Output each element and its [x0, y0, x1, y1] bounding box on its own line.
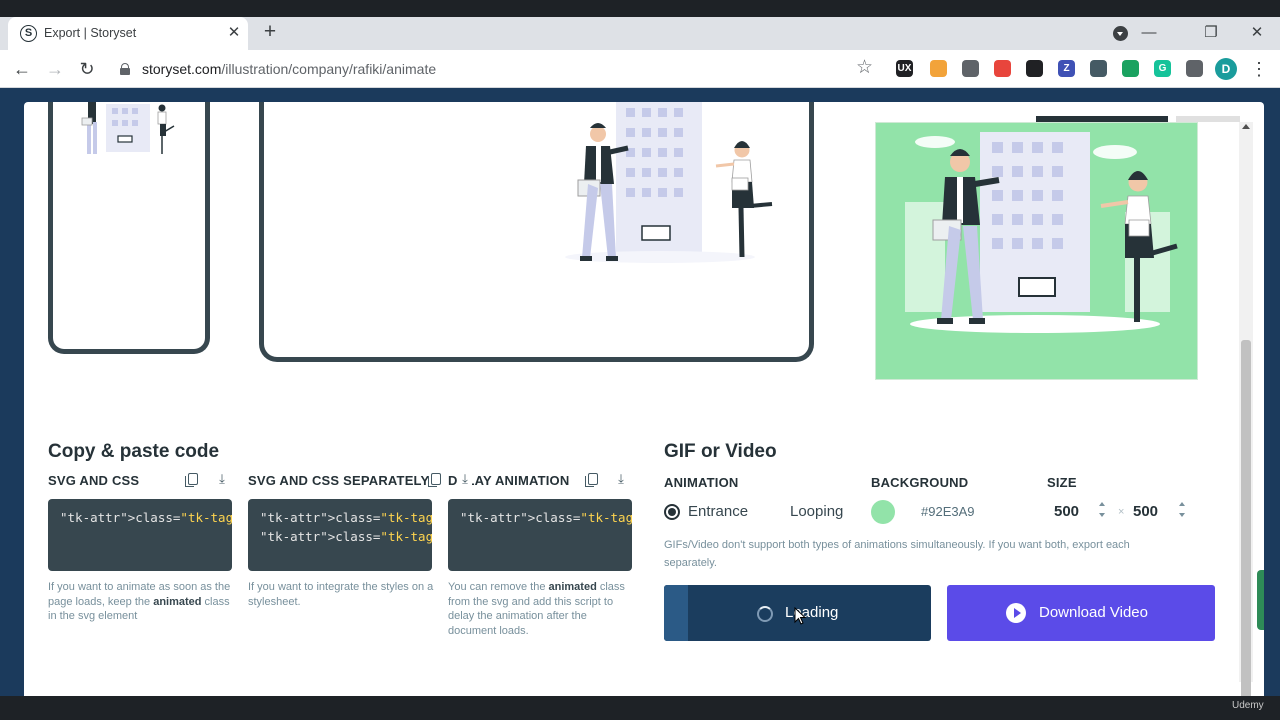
- window-close-button[interactable]: ✕: [1242, 20, 1272, 46]
- side-tab[interactable]: [1257, 570, 1264, 630]
- grammar-extension-icon[interactable]: [1122, 60, 1139, 77]
- capture-extension-icon[interactable]: [994, 60, 1011, 77]
- svg-css-code-box[interactable]: "tk-attr">class="tk-tag"><svg "tk-attr">…: [48, 499, 232, 571]
- gif-preview-illustration: [905, 132, 1178, 333]
- tab-close-icon[interactable]: ✕: [226, 23, 242, 43]
- tab-bar: S Export | Storyset ✕ + — ❐ ✕: [0, 17, 1280, 50]
- minimize-button[interactable]: —: [1134, 20, 1164, 46]
- gif-video-warning: GIFs/Video don't support both types of a…: [664, 539, 1130, 569]
- svg-css-label: SVG AND CSS: [48, 473, 140, 488]
- puzzle-icon[interactable]: [1186, 60, 1203, 77]
- loading-gif-button[interactable]: Loading: [664, 585, 931, 641]
- height-input[interactable]: 500: [1133, 503, 1158, 520]
- note-text: You can remove the: [448, 581, 549, 593]
- svg-css-separately-note: If you want to integrate the styles on a…: [248, 580, 434, 609]
- svg-css-separately-label: SVG AND CSS SEPARATELY: [248, 473, 430, 488]
- delay-animation-code-box[interactable]: "tk-attr">class="tk-tag"><script "tk-att…: [448, 499, 632, 571]
- z-extension-icon[interactable]: Z: [1058, 60, 1075, 77]
- phone-illustration: [81, 102, 175, 154]
- download-icon[interactable]: ⤓: [458, 472, 472, 486]
- svg-css-separately-code-box[interactable]: "tk-attr">class="tk-tag"><style"tk-attr"…: [248, 499, 432, 571]
- page-viewport: Copy & paste code SVG AND CSS ⤓ "tk-attr…: [0, 88, 1280, 720]
- copy-icon[interactable]: [585, 473, 598, 487]
- copy-icon[interactable]: [428, 473, 441, 487]
- tab-title: Export | Storyset: [44, 26, 137, 40]
- window-top-strip: [0, 0, 1280, 17]
- download-icon[interactable]: ⤓: [215, 472, 229, 486]
- download-icon[interactable]: ⤓: [614, 472, 628, 486]
- size-label: SIZE: [1047, 475, 1077, 490]
- url-host: storyset.com: [142, 61, 222, 77]
- bug-extension-icon[interactable]: [1090, 60, 1107, 77]
- new-tab-button[interactable]: +: [258, 21, 282, 45]
- download-video-label: Download Video: [1039, 604, 1148, 621]
- entrance-radio[interactable]: [664, 504, 680, 520]
- browser-tab[interactable]: S Export | Storyset ✕: [8, 17, 248, 50]
- circle-extension-icon[interactable]: [1026, 60, 1043, 77]
- copy-icon[interactable]: [185, 473, 198, 487]
- download-video-button[interactable]: Download Video: [947, 585, 1215, 641]
- back-button[interactable]: ←: [10, 57, 34, 81]
- cursor-icon: [794, 607, 807, 625]
- height-stepper[interactable]: [1179, 500, 1187, 520]
- note-text: If you want to integrate the styles on a…: [248, 581, 434, 608]
- gif-video-title: GIF or Video: [664, 441, 777, 462]
- forward-button[interactable]: →: [43, 57, 67, 81]
- scroll-up-arrow-icon[interactable]: [1241, 122, 1251, 132]
- lock-icon: [120, 63, 130, 75]
- background-hex-value[interactable]: #92E3A9: [921, 504, 975, 519]
- width-stepper[interactable]: [1099, 500, 1107, 520]
- play-icon: [1006, 603, 1026, 623]
- size-times: ×: [1118, 506, 1125, 518]
- width-input[interactable]: 500: [1054, 503, 1079, 520]
- desktop-illustration: [565, 102, 773, 263]
- note-bold: animated: [548, 581, 597, 593]
- tab-search-icon[interactable]: [1113, 26, 1128, 41]
- spinner-icon: [757, 606, 773, 622]
- address-bar: ← → ↻ storyset.com/illustration/company/…: [0, 50, 1280, 88]
- storyset-favicon-icon: S: [20, 25, 37, 42]
- code-line: "tk-attr">class="tk-tag"><svg "tk-attr">…: [260, 529, 432, 544]
- profile-avatar[interactable]: D: [1215, 58, 1237, 80]
- code-line: "tk-attr">class="tk-tag"><svg "tk-attr">…: [60, 510, 232, 525]
- note-extension-icon[interactable]: [930, 60, 947, 77]
- background-color-swatch[interactable]: [871, 500, 895, 524]
- code-line: "tk-attr">class="tk-tag"><script "tk-att…: [460, 510, 632, 525]
- ux-icon[interactable]: UX: [896, 60, 913, 77]
- background-label: BACKGROUND: [871, 475, 969, 490]
- reload-button[interactable]: ↻: [75, 57, 99, 81]
- bottom-bar: [0, 696, 1280, 720]
- loading-progress: [664, 585, 689, 641]
- loading-label: Loading: [785, 604, 839, 621]
- delay-animation-note: You can remove the animated class from t…: [448, 580, 634, 638]
- url-path: /illustration/company/rafiki/animate: [221, 61, 437, 77]
- entrance-option[interactable]: Entrance: [688, 503, 748, 520]
- note-bold: animated: [153, 595, 202, 608]
- copy-paste-title: Copy & paste code: [48, 441, 220, 462]
- scrollbar-thumb[interactable]: [1241, 340, 1251, 720]
- svg-css-note: If you want to animate as soon as the pa…: [48, 580, 234, 624]
- g-extension-icon[interactable]: G: [1154, 60, 1171, 77]
- code-line: "tk-attr">class="tk-tag"><style"tk-attr"…: [260, 510, 432, 525]
- looping-option[interactable]: Looping: [790, 503, 843, 520]
- bookmark-star-icon[interactable]: ☆: [856, 58, 873, 78]
- mail-extension-icon[interactable]: [962, 60, 979, 77]
- restore-button[interactable]: ❐: [1196, 20, 1226, 46]
- animation-label: ANIMATION: [664, 475, 739, 490]
- url-field[interactable]: storyset.com/illustration/company/rafiki…: [142, 61, 436, 77]
- udemy-watermark: Udemy: [1232, 700, 1264, 711]
- browser-menu-icon[interactable]: ⋮: [1250, 57, 1268, 81]
- export-modal: Copy & paste code SVG AND CSS ⤓ "tk-attr…: [24, 102, 1264, 720]
